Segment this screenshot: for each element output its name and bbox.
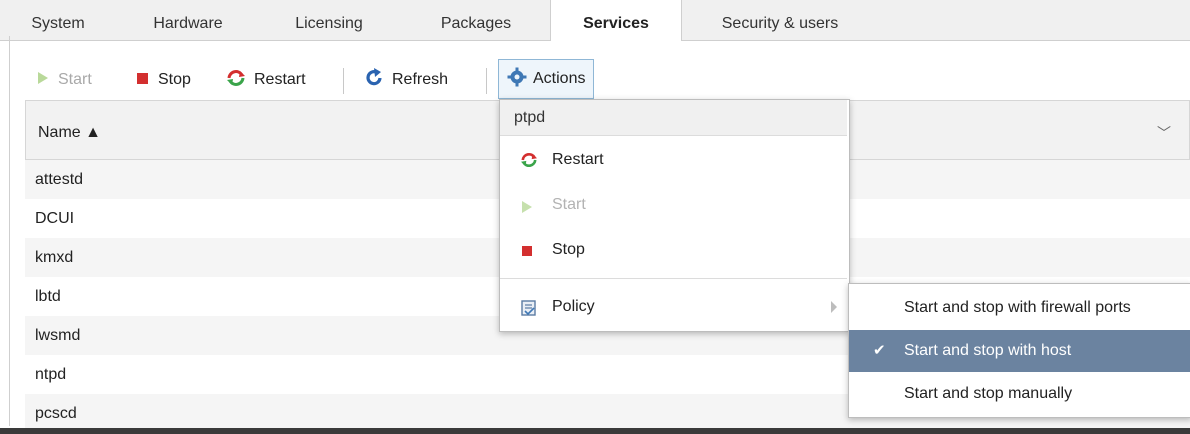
stop-button[interactable]: Stop bbox=[134, 60, 191, 100]
actions-menu: ptpd Restart Start Stop Policy bbox=[499, 99, 850, 332]
submenu-item-label: Start and stop with firewall ports bbox=[904, 299, 1131, 316]
toolbar-separator bbox=[486, 68, 487, 94]
play-icon bbox=[36, 70, 50, 91]
app-window: System Hardware Licensing Packages Servi… bbox=[0, 0, 1190, 434]
menu-title: ptpd bbox=[500, 100, 847, 136]
stop-label: Stop bbox=[158, 71, 191, 88]
tab-security-users[interactable]: Security & users bbox=[690, 0, 870, 40]
restart-label: Restart bbox=[254, 71, 306, 88]
chevron-down-icon[interactable]: ﹀ bbox=[1157, 123, 1171, 143]
service-name: lwsmd bbox=[35, 327, 81, 344]
restart-icon bbox=[226, 69, 246, 92]
stop-icon bbox=[520, 244, 534, 263]
submenu-item-with-host[interactable]: ✔ Start and stop with host bbox=[849, 330, 1190, 372]
toolbar-separator bbox=[343, 68, 344, 94]
panel-border bbox=[9, 36, 10, 426]
checkmark-icon: ✔ bbox=[873, 342, 886, 359]
service-name: ntpd bbox=[35, 366, 67, 383]
menu-item-start[interactable]: Start bbox=[500, 185, 847, 225]
service-name: DCUI bbox=[35, 210, 75, 227]
menu-item-label: Stop bbox=[552, 241, 585, 258]
service-name: attestd bbox=[35, 171, 84, 188]
service-name: pcscd bbox=[35, 405, 77, 422]
actions-button[interactable]: Actions bbox=[498, 59, 595, 99]
tab-services[interactable]: Services bbox=[550, 0, 682, 41]
name-column-header[interactable]: Name ▲ bbox=[38, 101, 101, 165]
start-button[interactable]: Start bbox=[36, 60, 92, 100]
play-icon bbox=[520, 199, 534, 220]
service-name: lbtd bbox=[35, 288, 61, 305]
tab-licensing[interactable]: Licensing bbox=[270, 0, 388, 40]
refresh-icon bbox=[364, 67, 384, 93]
tab-bar: System Hardware Licensing Packages Servi… bbox=[0, 0, 1190, 41]
menu-item-restart[interactable]: Restart bbox=[500, 140, 847, 180]
stop-icon bbox=[134, 70, 150, 91]
tab-packages[interactable]: Packages bbox=[414, 0, 538, 40]
service-name: kmxd bbox=[35, 249, 74, 266]
gear-icon bbox=[507, 67, 527, 92]
menu-item-label: Restart bbox=[552, 151, 604, 168]
submenu-item-firewall-ports[interactable]: Start and stop with firewall ports bbox=[849, 287, 1190, 329]
bottom-bar bbox=[0, 428, 1190, 434]
policy-submenu: Start and stop with firewall ports ✔ Sta… bbox=[848, 283, 1190, 418]
menu-item-label: Policy bbox=[552, 298, 595, 315]
restart-button[interactable]: Restart bbox=[226, 60, 306, 100]
refresh-button[interactable]: Refresh bbox=[364, 60, 448, 100]
actions-label: Actions bbox=[533, 70, 586, 87]
menu-item-label: Start bbox=[552, 196, 586, 213]
tab-system[interactable]: System bbox=[12, 0, 104, 40]
submenu-item-label: Start and stop with host bbox=[904, 342, 1072, 359]
restart-icon bbox=[520, 152, 538, 173]
submenu-arrow-icon bbox=[831, 301, 837, 313]
start-label: Start bbox=[58, 71, 92, 88]
policy-icon bbox=[520, 299, 538, 322]
menu-item-stop[interactable]: Stop bbox=[500, 230, 847, 270]
menu-separator bbox=[500, 278, 847, 279]
submenu-item-label: Start and stop manually bbox=[904, 385, 1073, 402]
tab-hardware[interactable]: Hardware bbox=[132, 0, 244, 40]
submenu-item-manually[interactable]: Start and stop manually bbox=[849, 373, 1190, 415]
menu-item-policy[interactable]: Policy bbox=[500, 287, 847, 327]
refresh-label: Refresh bbox=[392, 71, 449, 88]
